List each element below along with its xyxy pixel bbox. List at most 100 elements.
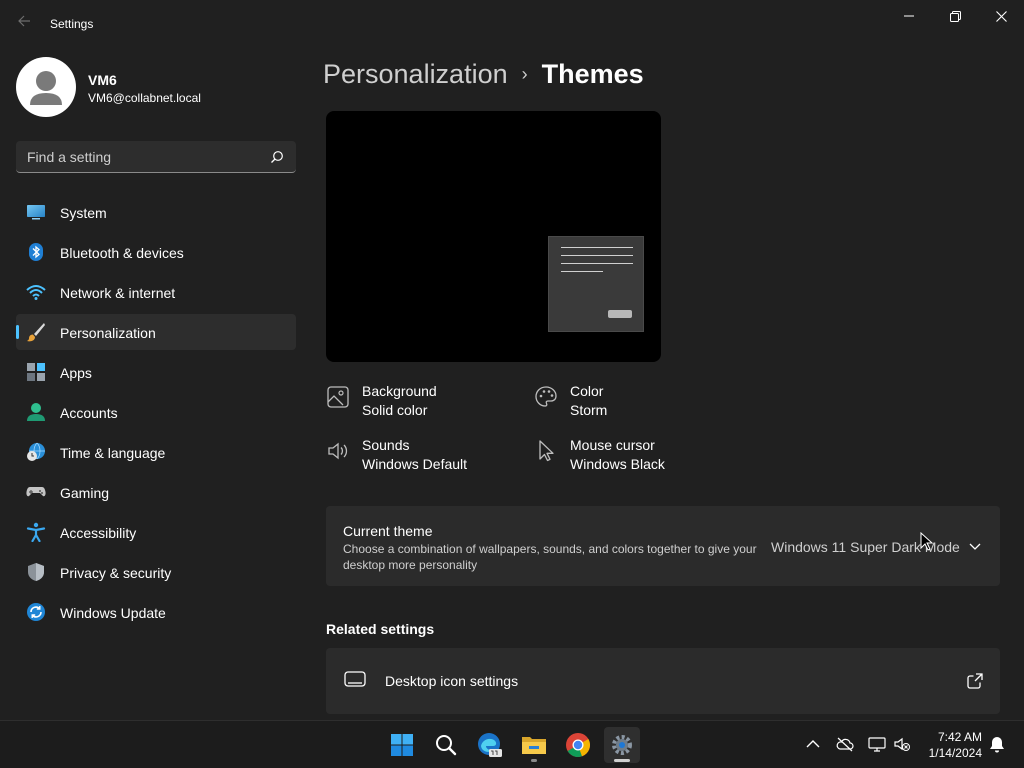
sidebar-item-accessibility[interactable]: Accessibility: [16, 514, 296, 550]
sidebar-item-label: Accessibility: [60, 525, 137, 541]
notification-bell-icon[interactable]: [988, 735, 1006, 753]
start-button[interactable]: [384, 727, 420, 763]
chevron-up-icon[interactable]: [804, 735, 822, 753]
start-icon: [391, 734, 413, 756]
edge-beta-button[interactable]: [472, 727, 508, 763]
file-explorer-icon: [522, 737, 546, 754]
page-title: Themes: [541, 59, 644, 89]
wifi-icon: [26, 285, 46, 300]
sidebar-item-gaming[interactable]: Gaming: [16, 474, 296, 510]
sidebar-item-time-language[interactable]: Time & language: [16, 434, 296, 470]
preview-line: [561, 271, 603, 272]
mouse-pointer-icon: [539, 440, 554, 462]
restore-icon: [949, 10, 961, 22]
gamepad-icon: [26, 487, 46, 497]
monitor-icon: [344, 671, 366, 687]
color-option[interactable]: Color Storm: [534, 383, 734, 423]
sidebar-item-network[interactable]: Network & internet: [16, 274, 296, 310]
sounds-value: Windows Default: [362, 456, 468, 472]
close-button[interactable]: [986, 6, 1016, 26]
background-option[interactable]: Background Solid color: [326, 383, 526, 423]
search-placeholder: Find a setting: [27, 149, 112, 165]
clock-time: 7:42 AM: [937, 730, 982, 744]
sidebar-item-label: Windows Update: [60, 605, 166, 621]
background-value: Solid color: [362, 402, 428, 418]
sidebar-item-label: System: [60, 205, 107, 221]
sidebar-item-label: Apps: [60, 365, 92, 381]
globe-clock-icon: [27, 442, 45, 461]
onedrive-offline-icon[interactable]: [836, 735, 854, 753]
app-title: Settings: [50, 17, 94, 31]
network-icon[interactable]: [868, 735, 886, 753]
taskbar-clock[interactable]: 7:42 AM 1/14/2024: [918, 729, 982, 761]
preview-line: [561, 255, 633, 256]
background-title: Background: [362, 383, 437, 399]
sounds-title: Sounds: [362, 437, 410, 453]
update-icon: [27, 603, 45, 621]
sidebar-item-privacy-security[interactable]: Privacy & security: [16, 554, 296, 590]
mouse-cursor-title: Mouse cursor: [570, 437, 655, 453]
sidebar-item-label: Time & language: [60, 445, 166, 461]
user-profile[interactable]: VM6 VM6@collabnet.local: [16, 57, 296, 117]
search-input[interactable]: Find a setting: [16, 141, 296, 173]
sidebar-item-accounts[interactable]: Accounts: [16, 394, 296, 430]
sidebar-item-label: Personalization: [60, 325, 156, 341]
taskbar-search-button[interactable]: [428, 727, 464, 763]
chevron-down-icon[interactable]: [968, 539, 982, 553]
mouse-cursor-option[interactable]: Mouse cursor Windows Black: [534, 437, 734, 477]
sidebar-item-apps[interactable]: Apps: [16, 354, 296, 390]
accessibility-icon: [26, 522, 46, 542]
breadcrumb-parent[interactable]: Personalization: [323, 59, 508, 89]
preview-line: [561, 263, 633, 264]
sidebar-item-windows-update[interactable]: Windows Update: [16, 594, 296, 630]
person-avatar-icon: [30, 71, 62, 105]
restore-button[interactable]: [940, 6, 970, 26]
sidebar-item-label: Network & internet: [60, 285, 176, 301]
minimize-button[interactable]: [894, 6, 924, 26]
apps-icon: [27, 363, 45, 381]
volume-muted-icon[interactable]: [893, 735, 911, 753]
back-button[interactable]: [14, 14, 34, 34]
chrome-button[interactable]: [560, 727, 596, 763]
clock-date: 1/14/2024: [928, 746, 982, 760]
system-icon: [27, 205, 45, 220]
speaker-icon: [328, 442, 348, 460]
color-value: Storm: [570, 402, 608, 418]
sidebar-item-system[interactable]: System: [16, 194, 296, 230]
current-theme-title: Current theme: [343, 523, 433, 539]
edge-beta-icon: [478, 733, 502, 757]
palette-icon: [535, 386, 557, 407]
person-icon: [27, 403, 45, 421]
settings-icon: [612, 735, 632, 755]
shield-icon: [28, 563, 44, 581]
taskbar: 7:42 AM 1/14/2024: [0, 720, 1024, 768]
sidebar-item-bluetooth[interactable]: Bluetooth & devices: [16, 234, 296, 270]
desktop-icon-settings-link[interactable]: Desktop icon settings: [326, 648, 1000, 714]
bluetooth-icon: [29, 243, 43, 261]
sidebar-item-personalization[interactable]: Personalization: [16, 314, 296, 350]
breadcrumb-separator: ›: [521, 64, 528, 84]
file-explorer-button[interactable]: [516, 727, 552, 763]
search-icon: [436, 735, 457, 756]
related-settings-heading: Related settings: [326, 621, 435, 637]
current-theme-card[interactable]: Current theme Choose a combination of wa…: [326, 506, 1000, 586]
title-bar: Settings: [0, 0, 1024, 48]
minimize-icon: [904, 15, 914, 17]
user-name: VM6: [88, 72, 117, 88]
theme-preview: [326, 111, 661, 362]
sidebar-item-label: Gaming: [60, 485, 110, 501]
running-indicator: [531, 759, 537, 762]
preview-line: [561, 247, 633, 248]
sidebar-item-label: Bluetooth & devices: [60, 245, 184, 261]
sidebar-item-label: Accounts: [60, 405, 118, 421]
sidebar-nav: System Bluetooth & devices Network & int…: [16, 194, 296, 634]
color-title: Color: [570, 383, 604, 399]
breadcrumb: Personalization › Themes: [323, 59, 644, 95]
mouse-cursor-value: Windows Black: [570, 456, 665, 472]
sounds-option[interactable]: Sounds Windows Default: [326, 437, 526, 477]
preview-button: [608, 310, 632, 318]
desktop-icon-settings-label: Desktop icon settings: [385, 673, 519, 689]
chrome-icon: [566, 733, 590, 757]
settings-app-button[interactable]: [604, 727, 640, 763]
close-icon: [995, 10, 1007, 22]
